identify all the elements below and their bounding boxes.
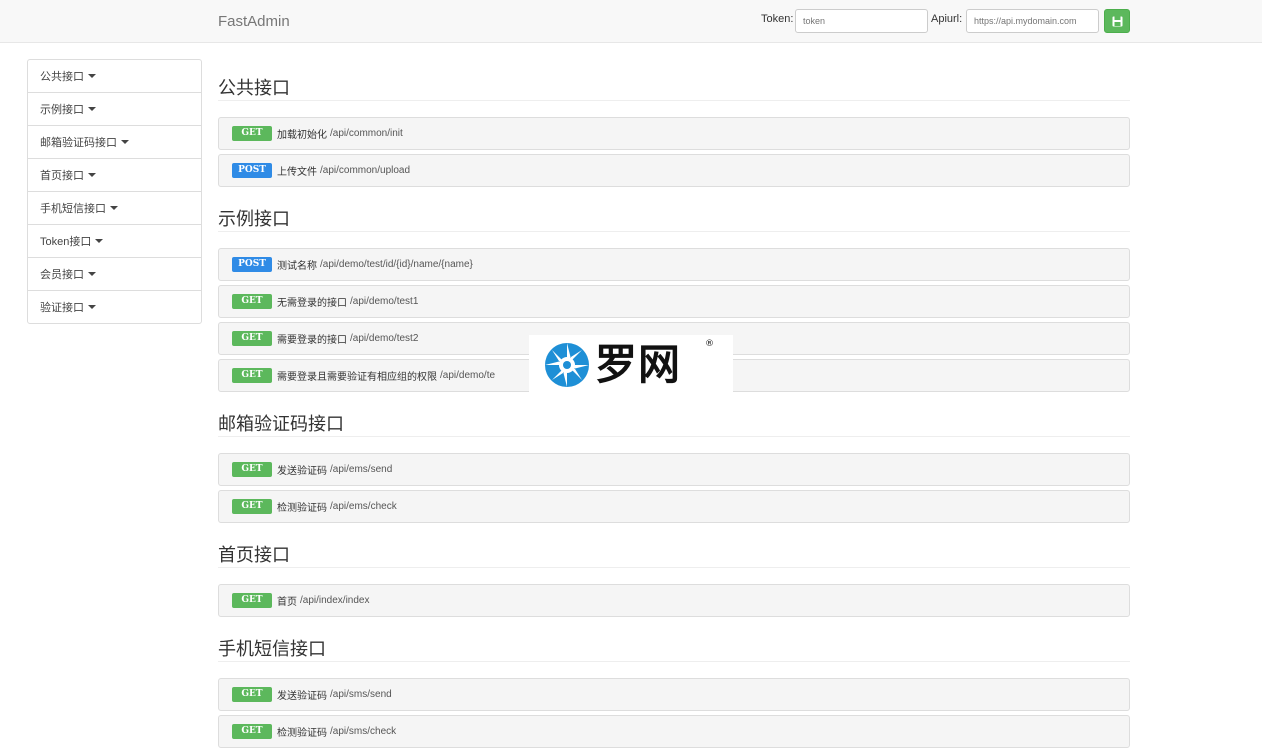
api-name: 需要登录且需要验证有相应组的权限 — [277, 372, 437, 383]
section-title: 首页接口 — [218, 527, 1130, 568]
api-name: 发送验证码 — [277, 466, 327, 477]
apiurl-label: Apiurl: — [931, 13, 963, 25]
sidebar-item-label: 会员接口 — [40, 269, 84, 281]
caret-down-icon — [88, 74, 96, 78]
sidebar-item[interactable]: 手机短信接口 — [28, 192, 201, 225]
api-endpoint-row[interactable]: POST 测试名称/api/demo/test/id/{id}/name/{nam… — [218, 248, 1130, 281]
registered-mark: ® — [705, 339, 714, 349]
api-path: /api/ems/check — [330, 501, 397, 512]
api-endpoint-row[interactable]: GET 发送验证码/api/sms/send — [218, 678, 1130, 711]
token-input[interactable] — [795, 9, 928, 33]
top-navbar: FastAdmin Token: Apiurl: — [0, 0, 1262, 43]
api-list: 公共接口 GET 加载初始化/api/common/init POST 上传文件/api… — [218, 60, 1130, 752]
caret-down-icon — [95, 239, 104, 243]
section-title: 邮箱验证码接口 — [218, 396, 1130, 437]
section-title: 手机短信接口 — [218, 621, 1130, 662]
caret-down-icon — [110, 206, 118, 210]
method-badge: GET — [232, 331, 272, 346]
api-path: /api/demo/te — [440, 370, 496, 381]
sidebar-item[interactable]: 示例接口 — [28, 93, 201, 126]
api-path: /api/ems/send — [330, 464, 393, 475]
token-label: Token: — [761, 13, 794, 25]
caret-down-icon — [88, 305, 96, 309]
api-path: /api/sms/send — [330, 689, 392, 700]
api-name: 发送验证码 — [277, 691, 327, 702]
method-badge: GET — [232, 593, 272, 608]
api-name: 上传文件 — [277, 167, 317, 178]
api-name: 加载初始化 — [277, 130, 327, 141]
section-title: 公共接口 — [218, 60, 1130, 101]
api-endpoint-row[interactable]: GET 检测验证码/api/sms/check — [218, 715, 1130, 748]
sidebar-item[interactable]: Token接口 — [28, 225, 201, 258]
watermark: 罗网 — [529, 335, 733, 394]
spiral-logo-icon — [545, 342, 589, 387]
api-endpoint-row[interactable]: GET 发送验证码/api/ems/send — [218, 453, 1130, 486]
sidebar-item-label: 验证接口 — [40, 302, 84, 314]
sidebar-item[interactable]: 验证接口 — [28, 291, 201, 323]
api-path: /api/common/upload — [320, 165, 411, 176]
section-title: 示例接口 — [218, 191, 1130, 232]
sidebar-item-label: 公共接口 — [40, 71, 84, 83]
sidebar-item[interactable]: 会员接口 — [28, 258, 201, 291]
method-badge: POST — [232, 257, 272, 272]
caret-down-icon — [88, 173, 96, 177]
api-path: /api/index/index — [300, 595, 370, 606]
api-endpoint-row[interactable]: GET 加载初始化/api/common/init — [218, 117, 1130, 150]
api-endpoint-row[interactable]: POST 上传文件/api/common/upload — [218, 154, 1130, 187]
sidebar-item-label: 示例接口 — [40, 104, 84, 116]
method-badge: GET — [232, 499, 272, 514]
sidebar-item-label: 手机短信接口 — [40, 203, 106, 215]
apiurl-input[interactable] — [966, 9, 1099, 33]
caret-down-icon — [121, 140, 129, 144]
api-name: 测试名称 — [277, 261, 317, 272]
sidebar-item-label: 首页接口 — [40, 170, 84, 182]
method-badge: GET — [232, 368, 272, 383]
api-name: 无需登录的接口 — [277, 298, 347, 309]
method-badge: GET — [232, 687, 272, 702]
api-path: /api/demo/test/id/{id}/name/{name} — [320, 259, 473, 270]
sidebar-item-label: 邮箱验证码接口 — [40, 137, 117, 149]
api-path: /api/demo/test1 — [350, 296, 419, 307]
caret-down-icon — [88, 107, 96, 111]
method-badge: GET — [232, 294, 272, 309]
watermark-text: 罗网 — [595, 339, 682, 389]
api-name: 首页 — [277, 597, 297, 608]
api-name: 检测验证码 — [277, 503, 327, 514]
api-path: /api/demo/test2 — [350, 333, 419, 344]
sidebar-item-label: Token接口 — [40, 236, 92, 248]
api-name: 需要登录的接口 — [277, 335, 347, 346]
sidebar-item[interactable]: 邮箱验证码接口 — [28, 126, 201, 159]
save-button[interactable] — [1104, 9, 1130, 33]
sidebar-item[interactable]: 公共接口 — [28, 60, 201, 93]
method-badge: GET — [232, 462, 272, 477]
api-endpoint-row[interactable]: GET 无需登录的接口/api/demo/test1 — [218, 285, 1130, 318]
sidebar-nav: 公共接口示例接口邮箱验证码接口 首页接口手机短信接口 Token接口 会员接口验证接口 — [27, 59, 202, 324]
brand-title[interactable]: FastAdmin — [218, 13, 290, 30]
floppy-disk-icon — [1112, 16, 1122, 26]
caret-down-icon — [88, 272, 96, 276]
api-path: /api/sms/check — [330, 726, 397, 737]
method-badge: GET — [232, 126, 272, 141]
sidebar-item[interactable]: 首页接口 — [28, 159, 201, 192]
api-path: /api/common/init — [330, 128, 403, 139]
method-badge: POST — [232, 163, 272, 178]
api-endpoint-row[interactable]: GET 首页/api/index/index — [218, 584, 1130, 617]
api-endpoint-row[interactable]: GET 检测验证码/api/ems/check — [218, 490, 1130, 523]
